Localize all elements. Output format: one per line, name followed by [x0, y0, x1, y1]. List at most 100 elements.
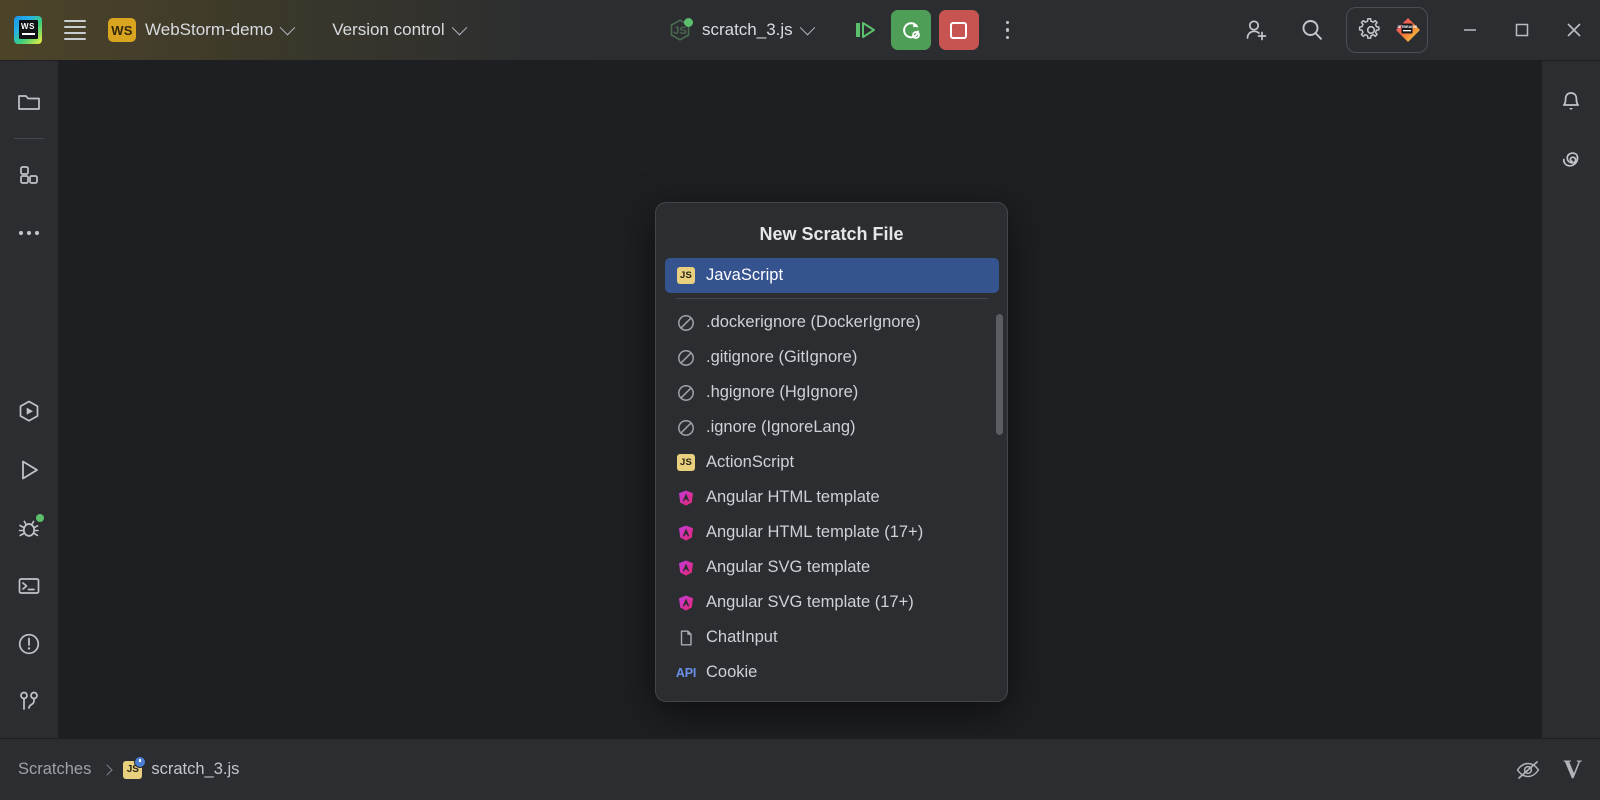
list-item-label: Angular HTML template: [706, 488, 880, 506]
breadcrumb-root[interactable]: Scratches: [18, 760, 91, 779]
webstorm-logo-icon: WS: [14, 16, 42, 44]
list-item-label: Angular SVG template: [706, 558, 871, 576]
chevron-down-icon: [451, 19, 467, 35]
list-item-cookie[interactable]: API Cookie: [665, 655, 999, 690]
project-widget[interactable]: WS WebStorm-demo: [102, 14, 301, 46]
main-menu-icon[interactable]: [58, 13, 92, 47]
run-configuration-selector[interactable]: JS scratch_3.js: [661, 13, 823, 47]
window-controls: [1444, 0, 1600, 61]
titlebar-right-group: JETBRAINS: [1212, 0, 1600, 61]
jetbrains-ai-icon[interactable]: JETBRAINS: [1393, 15, 1423, 45]
maximize-window-button[interactable]: [1496, 0, 1548, 61]
js-scratch-icon: JS: [123, 755, 147, 779]
list-item-label: .gitignore (GitIgnore): [706, 348, 858, 366]
titlebar-center-group: JS scratch_3.js: [474, 10, 1212, 50]
left-tool-rail: [0, 61, 59, 738]
sidebar-item-debug[interactable]: [9, 508, 49, 548]
debug-active-badge: [36, 514, 44, 522]
sidebar-item-notifications[interactable]: [1551, 82, 1591, 122]
run-configuration-label: scratch_3.js: [701, 20, 793, 39]
debug-button[interactable]: [845, 10, 885, 50]
list-item-label: Angular HTML template (17+): [706, 523, 924, 541]
status-bar: Scratches JS scratch_3.js V: [0, 738, 1600, 800]
sidebar-item-version-control[interactable]: [9, 682, 49, 722]
search-icon[interactable]: [1292, 10, 1332, 50]
api-icon: API: [675, 665, 697, 680]
ignore-icon: [676, 313, 696, 333]
js-icon: JS: [676, 266, 696, 286]
add-user-icon[interactable]: [1236, 10, 1276, 50]
list-item-dockerignore[interactable]: .dockerignore (DockerIgnore): [665, 305, 999, 340]
rerun-button[interactable]: [890, 10, 931, 50]
minimize-window-button[interactable]: [1444, 0, 1496, 61]
project-badge: WS: [108, 18, 136, 42]
list-item-ignore[interactable]: .ignore (IgnoreLang): [665, 410, 999, 445]
webstorm-window: WS WS WebStorm-demo Version control JS s…: [0, 0, 1600, 800]
chevron-down-icon: [799, 19, 815, 35]
list-item-angular-svg-template[interactable]: Angular SVG template: [665, 550, 999, 585]
js-icon: JS: [676, 453, 696, 473]
list-item-label: .dockerignore (DockerIgnore): [706, 313, 921, 331]
angular-icon: [676, 488, 696, 508]
angular-icon: [676, 593, 696, 613]
scrollbar-thumb[interactable]: [996, 314, 1003, 435]
nodejs-icon: JS: [667, 17, 693, 43]
version-control-label: Version control: [332, 20, 445, 39]
sidebar-item-terminal[interactable]: [9, 566, 49, 606]
dialog-title: New Scratch File: [759, 224, 904, 244]
right-tool-rail: [1541, 61, 1600, 738]
sidebar-item-npm-scripts[interactable]: [9, 392, 49, 432]
list-item-label: JavaScript: [706, 266, 784, 284]
list-item-label: .ignore (IgnoreLang): [706, 418, 856, 436]
inspections-eye-off-icon[interactable]: [1515, 759, 1541, 781]
list-item-label: Cookie: [706, 663, 758, 681]
editor-area[interactable]: ft New Scratch File JS JavaScript .docke…: [59, 61, 1541, 738]
list-item-label: ChatInput: [706, 628, 778, 646]
breadcrumb-separator-icon: [101, 763, 114, 776]
chevron-down-icon: [279, 19, 296, 35]
ignore-icon: [676, 383, 696, 403]
list-item-chatinput[interactable]: ChatInput: [665, 620, 999, 655]
status-indicators: V: [1515, 756, 1582, 783]
list-item-label: ActionScript: [706, 453, 795, 471]
sidebar-item-structure[interactable]: [9, 155, 49, 195]
sidebar-item-problems[interactable]: [9, 624, 49, 664]
ignore-icon: [676, 418, 696, 438]
settings-and-ai-group: JETBRAINS: [1346, 7, 1428, 53]
vim-mode-indicator[interactable]: V: [1563, 756, 1582, 783]
titlebar-left-group: WS WS WebStorm-demo Version control: [0, 13, 474, 47]
list-item-angular-svg-template-17[interactable]: Angular SVG template (17+): [665, 585, 999, 620]
stop-button[interactable]: [938, 10, 979, 50]
list-item-hgignore[interactable]: .hgignore (HgIgnore): [665, 375, 999, 410]
list-item-label: .hgignore (HgIgnore): [706, 383, 859, 401]
angular-icon: [676, 523, 696, 543]
scratch-file-type-list[interactable]: JS JavaScript .dockerignore (DockerIgnor…: [656, 258, 1007, 701]
list-item-angular-html-template-17[interactable]: Angular HTML template (17+): [665, 515, 999, 550]
dialog-scrollbar[interactable]: [996, 314, 1003, 701]
file-icon: [676, 628, 696, 648]
angular-icon: [676, 558, 696, 578]
list-item-actionscript[interactable]: JS ActionScript: [665, 445, 999, 480]
breadcrumb-file-label: scratch_3.js: [151, 760, 240, 778]
gear-icon[interactable]: [1351, 10, 1391, 50]
running-indicator-dot: [683, 18, 693, 27]
ignore-icon: [676, 348, 696, 368]
new-scratch-file-dialog: New Scratch File JS JavaScript .dockerig…: [655, 202, 1008, 702]
breadcrumb-file[interactable]: JS scratch_3.js: [123, 755, 240, 779]
list-item-gitignore[interactable]: .gitignore (GitIgnore): [665, 340, 999, 375]
sidebar-item-project[interactable]: [9, 82, 49, 122]
project-name-label: WebStorm-demo: [145, 20, 274, 39]
title-bar: WS WS WebStorm-demo Version control JS s…: [0, 0, 1600, 61]
list-divider: [676, 298, 988, 299]
close-window-button[interactable]: [1548, 0, 1600, 61]
list-item-javascript[interactable]: JS JavaScript: [665, 258, 999, 293]
sidebar-item-more[interactable]: [9, 213, 49, 253]
more-actions-icon[interactable]: [991, 13, 1025, 47]
sidebar-item-run[interactable]: [9, 450, 49, 490]
version-control-widget[interactable]: Version control: [323, 15, 473, 45]
list-item-angular-html-template[interactable]: Angular HTML template: [665, 480, 999, 515]
sidebar-item-ai-assistant[interactable]: [1551, 140, 1591, 180]
main-body: ft New Scratch File JS JavaScript .docke…: [0, 61, 1600, 738]
rail-divider: [14, 138, 44, 139]
list-item-label: Angular SVG template (17+): [706, 593, 914, 611]
